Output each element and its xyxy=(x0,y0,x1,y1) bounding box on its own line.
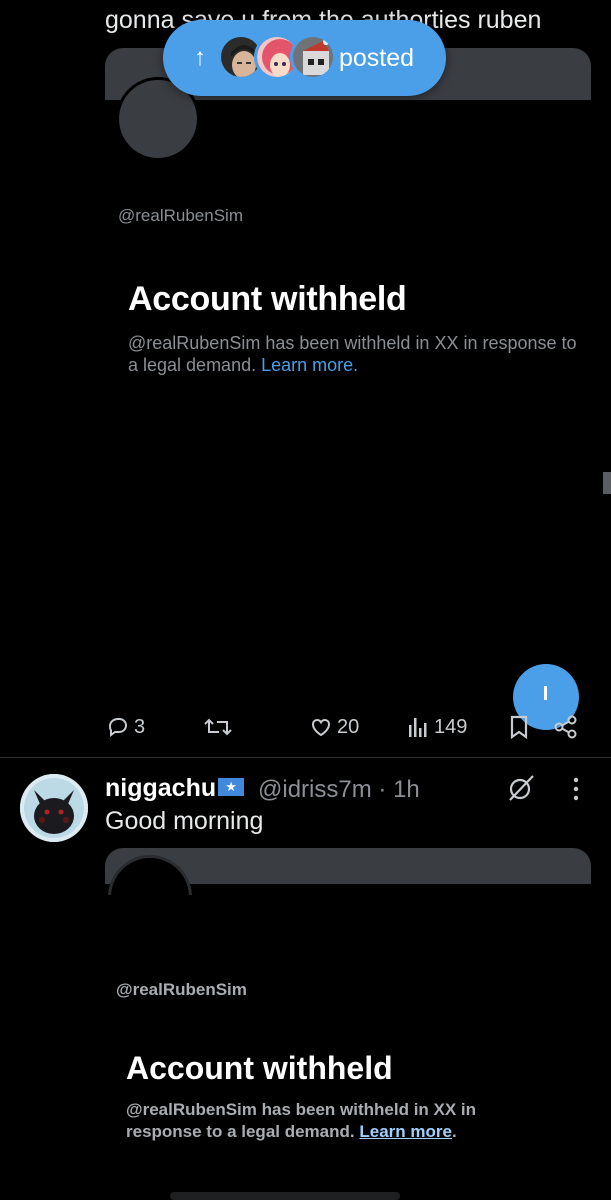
repost-button[interactable] xyxy=(203,712,233,742)
arrow-up-icon: ↑ xyxy=(194,44,206,71)
timestamp[interactable]: 1h xyxy=(393,776,420,803)
withheld-title: Account withheld xyxy=(128,280,407,318)
trailing-period: . xyxy=(451,1122,457,1141)
scroll-indicator[interactable] xyxy=(603,472,611,494)
repost-icon xyxy=(204,718,232,736)
view-count: 149 xyxy=(434,715,468,738)
reply-count: 3 xyxy=(134,715,146,738)
quoted-handle: @realRubenSim xyxy=(116,980,247,999)
views-button[interactable]: 149 xyxy=(408,712,467,742)
analytics-icon xyxy=(409,718,427,737)
learn-more-link[interactable]: Learn more xyxy=(359,1122,452,1141)
bookmark-button[interactable] xyxy=(508,712,530,742)
grok-icon[interactable] xyxy=(506,773,536,803)
heart-icon xyxy=(311,718,331,737)
tweet-meta: @idriss7m · 1h xyxy=(258,776,420,804)
user-handle[interactable]: @idriss7m xyxy=(258,776,372,803)
learn-more-link[interactable]: Learn more. xyxy=(261,355,358,375)
quoted-avatar-placeholder xyxy=(108,855,192,895)
tweet-text: Good morning xyxy=(105,807,264,835)
reply-button[interactable]: 3 xyxy=(106,712,145,742)
reply-icon xyxy=(108,718,128,737)
withheld-description: @realRubenSim has been withheld in XX in… xyxy=(126,1099,546,1143)
flag-icon: ★ xyxy=(218,778,245,797)
display-name-text: niggachu xyxy=(105,774,217,802)
share-button[interactable] xyxy=(553,712,579,742)
more-options-icon[interactable] xyxy=(566,776,586,802)
like-count: 20 xyxy=(337,715,360,738)
posted-label: posted xyxy=(339,44,415,72)
quoted-handle: @realRubenSim xyxy=(118,206,243,225)
bookmark-icon xyxy=(510,715,528,740)
tweet-divider xyxy=(0,757,611,758)
withheld-title: Account withheld xyxy=(126,1050,393,1086)
display-name[interactable]: niggachu ★ xyxy=(105,774,245,803)
faded-text-placeholder xyxy=(170,1192,400,1200)
avatar[interactable] xyxy=(20,774,88,842)
meta-separator: · xyxy=(378,776,387,803)
avatar xyxy=(290,34,336,80)
withheld-description: @realRubenSim has been withheld in XX in… xyxy=(128,332,578,376)
share-icon xyxy=(554,715,577,739)
like-button[interactable]: 20 xyxy=(309,712,359,742)
compose-icon xyxy=(544,686,547,700)
